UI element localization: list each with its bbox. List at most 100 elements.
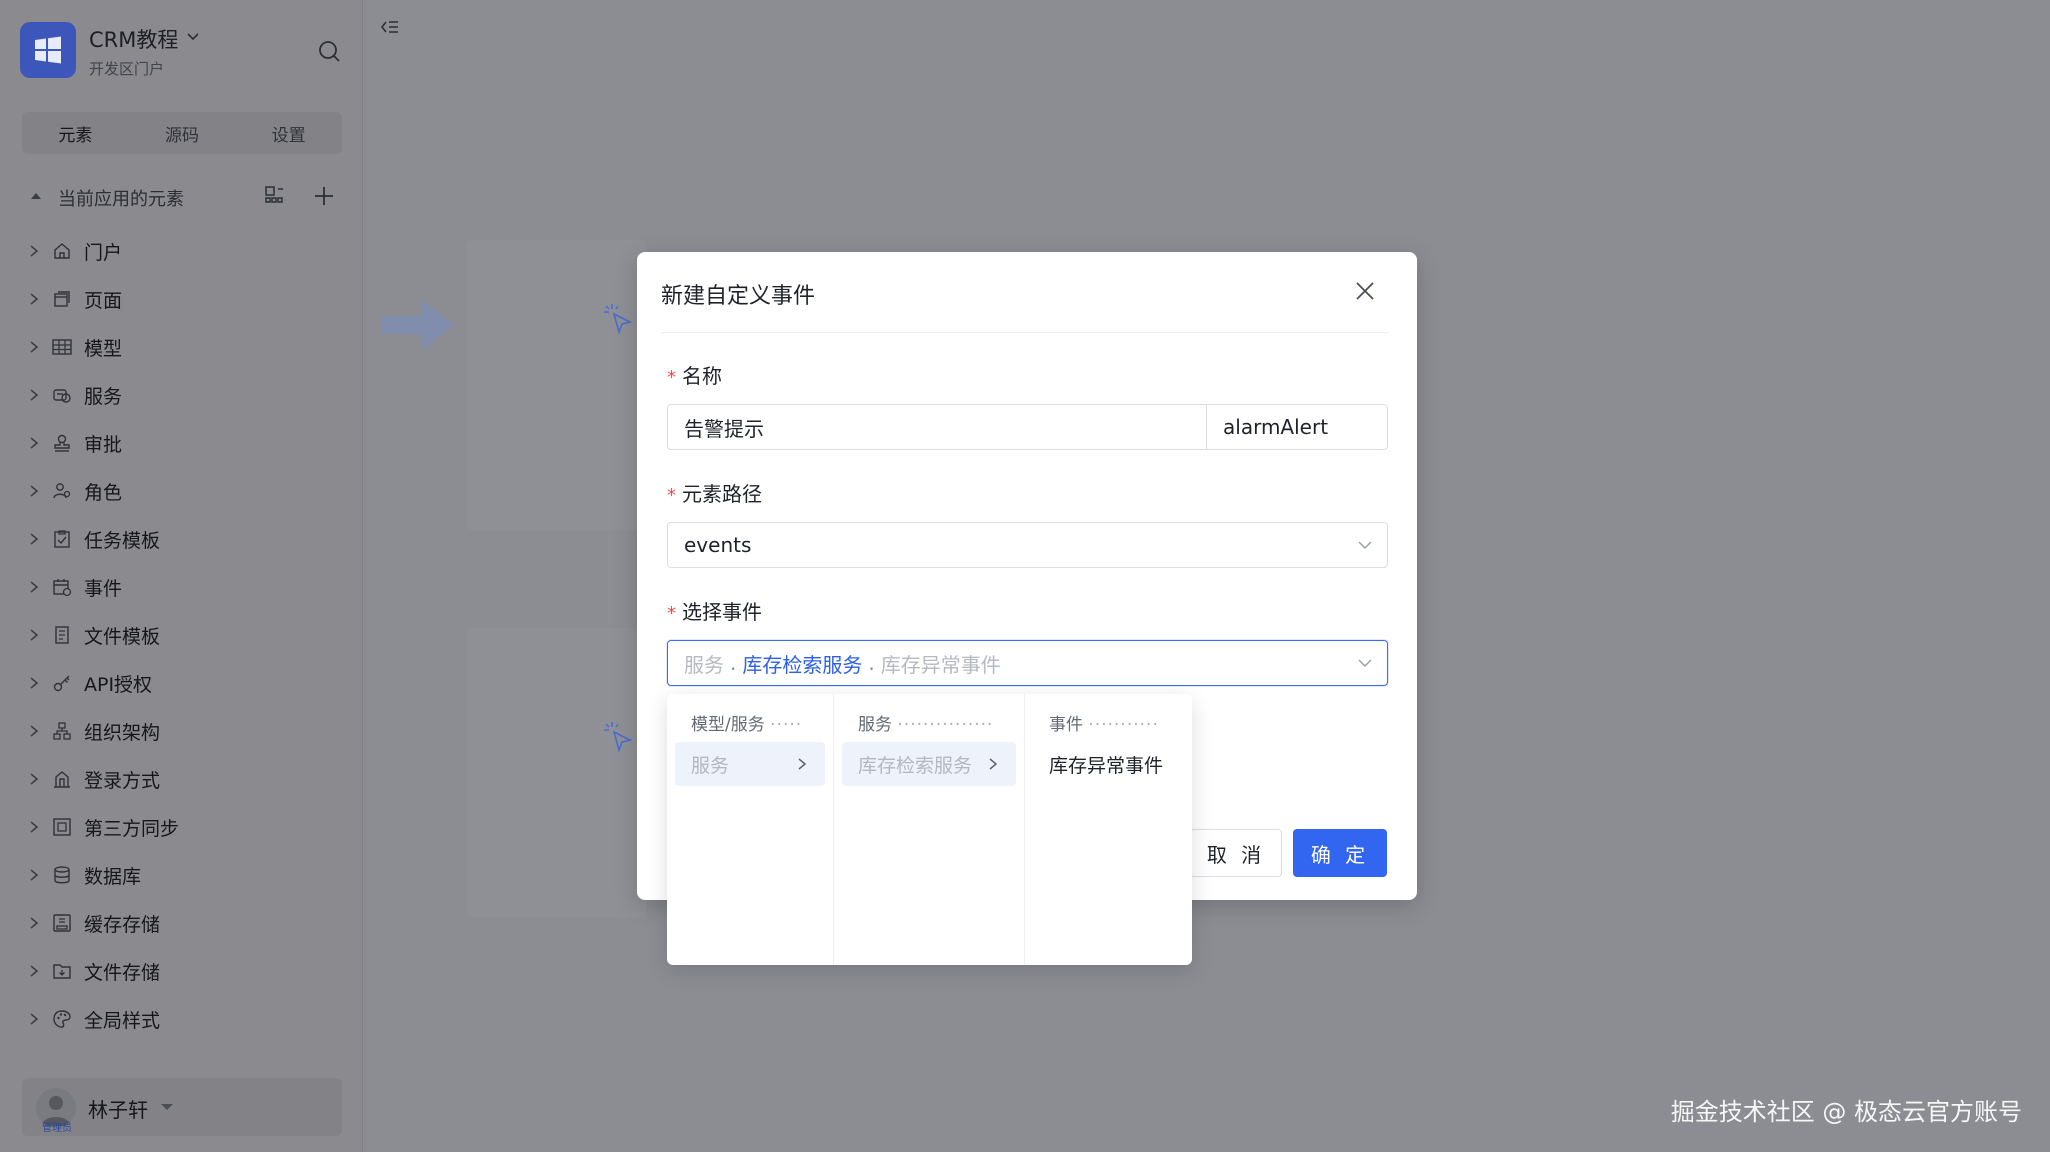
event-path-level3: 库存异常事件: [880, 652, 1001, 677]
chevron-right-icon[interactable]: [24, 1009, 44, 1029]
sidebar-item-label: 角色: [84, 481, 123, 504]
sidebar-item-task-template[interactable]: 任务模板: [24, 515, 354, 563]
code-value: alarmAlert: [1223, 415, 1329, 439]
caret-up-icon[interactable]: [30, 190, 42, 202]
cascader-column-header: 事件 ···········: [1049, 710, 1159, 735]
users-icon: [50, 479, 74, 503]
tab-source[interactable]: 源码: [129, 112, 236, 154]
sidebar-item-portal[interactable]: 门户: [24, 227, 354, 275]
sidebar-item-label: 任务模板: [84, 529, 161, 552]
chevron-right-icon[interactable]: [24, 481, 44, 501]
required-mark: *: [667, 367, 676, 388]
sidebar-item-label: 第三方同步: [84, 817, 180, 840]
app-name[interactable]: CRM教程: [89, 24, 178, 54]
path-label: * 元素路径: [667, 478, 762, 507]
sync-icon: [50, 815, 74, 839]
dialog-title: 新建自定义事件: [661, 284, 816, 309]
sidebar-item-service[interactable]: 服务: [24, 371, 354, 419]
watermark: 掘金技术社区 @ 极态云官方账号: [1670, 1098, 2022, 1126]
confirm-button[interactable]: 确 定: [1293, 829, 1387, 877]
chevron-right-icon[interactable]: [24, 769, 44, 789]
sidebar-item-database[interactable]: 数据库: [24, 851, 354, 899]
sidebar-item-event[interactable]: 事件: [24, 563, 354, 611]
sidebar-item-label: 文件模板: [84, 625, 161, 648]
chevron-right-icon[interactable]: [24, 673, 44, 693]
collapse-sidebar-icon[interactable]: [376, 14, 402, 40]
key-icon: [50, 671, 74, 695]
divider: [661, 332, 1389, 333]
chevron-right-icon[interactable]: [24, 913, 44, 933]
event-cascader-dropdown: 模型/服务 ····· 服务 服务 ··············· 库存检索服务…: [667, 694, 1192, 965]
tab-settings[interactable]: 设置: [235, 112, 342, 154]
event-label: * 选择事件: [667, 596, 762, 625]
cascader-option[interactable]: 库存检索服务: [842, 742, 1016, 786]
chevron-right-icon[interactable]: [24, 865, 44, 885]
org-icon: [50, 719, 74, 743]
sidebar-item-file-storage[interactable]: 文件存储: [24, 947, 354, 995]
home-icon: [50, 239, 74, 263]
chevron-right-icon[interactable]: [24, 529, 44, 549]
cache-icon: [50, 911, 74, 935]
canvas-card: [466, 240, 646, 530]
cancel-button[interactable]: 取 消: [1190, 829, 1282, 877]
element-path-select[interactable]: events: [667, 522, 1388, 568]
search-icon[interactable]: [316, 38, 342, 64]
name-input[interactable]: 告警提示: [667, 404, 1207, 450]
stamp-icon: [50, 431, 74, 455]
folder-icon: [50, 959, 74, 983]
sidebar-item-cache[interactable]: 缓存存储: [24, 899, 354, 947]
chevron-down-icon[interactable]: [1357, 657, 1373, 669]
caret-down-icon[interactable]: [160, 1102, 174, 1112]
cascader-option[interactable]: 服务: [675, 742, 825, 786]
close-icon[interactable]: [1351, 277, 1379, 305]
user-bar[interactable]: 管理员 林子轩: [22, 1078, 342, 1136]
chevron-down-icon[interactable]: [186, 30, 200, 44]
event-cascader-input[interactable]: 服务. 库存检索服务. 库存异常事件: [667, 640, 1388, 686]
name-label-text: 名称: [682, 364, 722, 388]
chevron-right-icon[interactable]: [24, 385, 44, 405]
sidebar-item-third-party-sync[interactable]: 第三方同步: [24, 803, 354, 851]
sidebar-item-login[interactable]: 登录方式: [24, 755, 354, 803]
sidebar-item-label: 页面: [84, 289, 123, 312]
sidebar: CRM教程 开发区门户 元素 源码 设置 当前应用的元素 门户 页面 模型 服务…: [0, 0, 363, 1152]
layout-icon[interactable]: [263, 184, 287, 208]
column-header-dots: ·····: [770, 715, 803, 735]
cascader-column-header: 模型/服务 ·····: [691, 710, 802, 735]
sidebar-item-org[interactable]: 组织架构: [24, 707, 354, 755]
sidebar-item-label: 门户: [84, 241, 123, 264]
chevron-right-icon[interactable]: [24, 289, 44, 309]
column-header-text: 事件: [1049, 715, 1083, 735]
event-path-level2: 库存检索服务: [742, 652, 863, 677]
option-label: 库存异常事件: [1049, 754, 1164, 777]
sidebar-item-role[interactable]: 角色: [24, 467, 354, 515]
sidebar-item-label: 文件存储: [84, 961, 161, 984]
event-label-text: 选择事件: [682, 600, 762, 624]
user-name: 林子轩: [88, 1098, 148, 1122]
sidebar-item-file-template[interactable]: 文件模板: [24, 611, 354, 659]
chevron-right-icon[interactable]: [24, 577, 44, 597]
chevron-right-icon[interactable]: [24, 625, 44, 645]
tab-elements[interactable]: 元素: [22, 112, 129, 154]
chevron-right-icon[interactable]: [24, 241, 44, 261]
sidebar-item-global-style[interactable]: 全局样式: [24, 995, 354, 1043]
chevron-right-icon[interactable]: [24, 721, 44, 741]
add-icon[interactable]: [312, 184, 336, 208]
chevron-right-icon[interactable]: [24, 817, 44, 837]
chevron-right-icon: [989, 758, 998, 770]
chevron-right-icon[interactable]: [24, 433, 44, 453]
code-input[interactable]: alarmAlert: [1206, 404, 1388, 450]
sidebar-item-page[interactable]: 页面: [24, 275, 354, 323]
cascader-column-event: 事件 ··········· 库存异常事件: [1025, 694, 1192, 965]
sidebar-item-api-auth[interactable]: API授权: [24, 659, 354, 707]
cascader-option[interactable]: 库存异常事件: [1033, 742, 1184, 786]
click-icon: [604, 722, 633, 753]
database-icon: [50, 863, 74, 887]
chevron-down-icon[interactable]: [1357, 539, 1373, 551]
sidebar-item-approval[interactable]: 审批: [24, 419, 354, 467]
chevron-right-icon[interactable]: [24, 961, 44, 981]
sidebar-item-model[interactable]: 模型: [24, 323, 354, 371]
app-logo-icon[interactable]: [20, 22, 76, 78]
column-header-text: 服务: [858, 715, 892, 735]
chevron-right-icon[interactable]: [24, 337, 44, 357]
sidebar-item-label: 缓存存储: [84, 913, 161, 936]
